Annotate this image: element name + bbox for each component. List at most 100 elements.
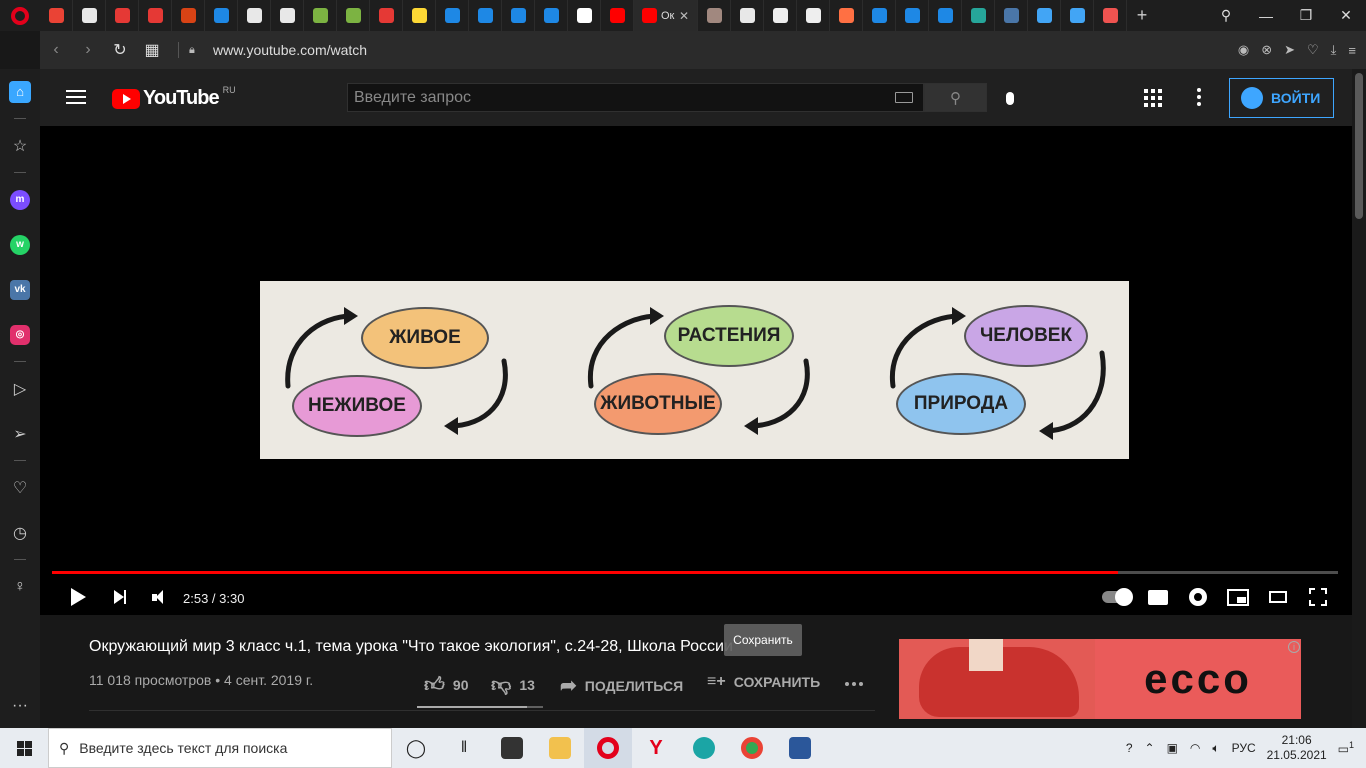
search-tabs-icon[interactable]: ⚲ <box>1206 0 1246 31</box>
scrollbar-thumb[interactable] <box>1355 73 1363 219</box>
browser-tab[interactable] <box>1061 0 1094 31</box>
sidebar-more[interactable]: ··· <box>0 683 40 728</box>
autoplay-toggle[interactable] <box>1100 585 1133 609</box>
browser-tab[interactable] <box>830 0 863 31</box>
browser-tab[interactable] <box>863 0 896 31</box>
ad-banner[interactable]: ecco <box>899 639 1301 719</box>
like-button[interactable]: 👍︎ 90 <box>424 673 468 697</box>
settings-button[interactable] <box>1186 585 1210 609</box>
task-view-button[interactable]: ◯ <box>392 728 440 768</box>
browser-tab[interactable] <box>535 0 568 31</box>
new-tab-button[interactable]: + <box>1127 5 1157 26</box>
subtitles-button[interactable] <box>1146 585 1170 609</box>
apps-icon[interactable] <box>1144 89 1162 107</box>
fullscreen-button[interactable] <box>1306 585 1330 609</box>
notifications-icon[interactable]: ▭1 <box>1338 740 1354 756</box>
more-actions-icon[interactable] <box>845 682 863 686</box>
seek-bar[interactable] <box>52 571 1338 574</box>
easy-setup-icon[interactable]: ≡ <box>1348 43 1356 58</box>
adblock-icon[interactable]: ⊗ <box>1261 42 1272 58</box>
sidebar-messenger[interactable]: m <box>0 177 40 222</box>
browser-tab[interactable] <box>502 0 535 31</box>
send-icon[interactable]: ➤ <box>1284 42 1295 58</box>
url-field[interactable]: www.youtube.com/watch <box>213 42 367 58</box>
browser-tab[interactable] <box>731 0 764 31</box>
browser-tab[interactable] <box>238 0 271 31</box>
page-scrollbar[interactable] <box>1352 69 1366 728</box>
minimize-button[interactable]: — <box>1246 0 1286 31</box>
browser-tab[interactable] <box>568 0 601 31</box>
browser-tab[interactable] <box>403 0 436 31</box>
browser-tab[interactable] <box>304 0 337 31</box>
download-icon[interactable]: ⤓ <box>1331 42 1337 58</box>
browser-tab[interactable] <box>139 0 172 31</box>
browser-tab[interactable] <box>929 0 962 31</box>
menu-icon[interactable] <box>66 90 86 108</box>
taskbar-store[interactable] <box>488 728 536 768</box>
device-icon[interactable]: ▣ <box>1167 741 1178 755</box>
sidebar-vk[interactable]: vk <box>0 267 40 312</box>
browser-tab[interactable] <box>469 0 502 31</box>
browser-tab[interactable] <box>271 0 304 31</box>
browser-tab[interactable] <box>172 0 205 31</box>
browser-tab[interactable] <box>601 0 634 31</box>
dislike-button[interactable]: 👎︎ 13 <box>491 673 535 697</box>
keyboard-icon[interactable] <box>895 92 913 103</box>
taskbar-explorer[interactable] <box>536 728 584 768</box>
close-tab-icon[interactable]: ✕ <box>679 9 689 23</box>
search-button[interactable]: ⚲ <box>924 83 987 112</box>
sidebar-tips[interactable]: ♀ <box>0 564 40 609</box>
opera-menu-button[interactable] <box>0 0 40 31</box>
play-button[interactable] <box>66 585 90 609</box>
theater-mode-button[interactable] <box>1266 585 1290 609</box>
taskbar-divider-button[interactable]: ‖ <box>440 728 488 768</box>
sidebar-player[interactable]: ▷ <box>0 366 40 411</box>
browser-tab[interactable] <box>1094 0 1127 31</box>
sidebar-flow[interactable]: ➢ <box>0 411 40 456</box>
search-input[interactable] <box>348 84 868 111</box>
close-window-button[interactable]: ✕ <box>1326 0 1366 31</box>
forward-button[interactable]: › <box>72 41 104 59</box>
browser-tab[interactable] <box>797 0 830 31</box>
lock-icon[interactable]: 🔒︎ <box>189 44 201 56</box>
taskbar-chrome[interactable] <box>728 728 776 768</box>
browser-tab[interactable] <box>995 0 1028 31</box>
browser-tab[interactable] <box>73 0 106 31</box>
chevron-up-icon[interactable]: ⌃ <box>1145 741 1155 755</box>
ad-info-icon[interactable]: i <box>1288 641 1300 653</box>
sidebar-history[interactable]: ◷ <box>0 510 40 555</box>
wifi-icon[interactable]: ◠ <box>1190 741 1200 755</box>
tab-youtube-active[interactable]: Ок ✕ <box>634 0 698 31</box>
browser-tab[interactable] <box>1028 0 1061 31</box>
browser-tab[interactable] <box>698 0 731 31</box>
taskbar-edge[interactable] <box>680 728 728 768</box>
browser-tab[interactable] <box>436 0 469 31</box>
tabs-grid-button[interactable]: ▦ <box>136 40 168 60</box>
sidebar-bookmarks[interactable]: ☆ <box>0 123 40 168</box>
heart-icon[interactable]: ♡ <box>1307 42 1319 58</box>
back-button[interactable]: ‹ <box>40 41 72 59</box>
clock[interactable]: 21:06 21.05.2021 <box>1262 733 1332 763</box>
start-button[interactable] <box>0 728 48 768</box>
settings-more-icon[interactable] <box>1197 88 1203 109</box>
youtube-logo[interactable]: YouTube RU <box>112 85 236 110</box>
save-button[interactable]: ≡+ СОХРАНИТЬ <box>707 673 820 691</box>
language-indicator[interactable]: РУС <box>1232 741 1256 755</box>
next-button[interactable] <box>108 585 132 609</box>
taskbar-search[interactable]: ⚲ Введите здесь текст для поиска <box>48 728 392 768</box>
video-player[interactable]: ЖИВОЕ НЕЖИВОЕ РАСТЕНИЯ ЖИВОТНЫЕ ЧЕЛОВЕК … <box>40 126 1352 615</box>
miniplayer-button[interactable] <box>1226 585 1250 609</box>
sidebar-instagram[interactable]: ◎ <box>0 312 40 357</box>
browser-tab[interactable] <box>896 0 929 31</box>
sidebar-pinboard[interactable]: ♡ <box>0 465 40 510</box>
browser-tab[interactable] <box>106 0 139 31</box>
camera-icon[interactable]: ◉ <box>1238 42 1249 58</box>
sidebar-whatsapp[interactable]: w <box>0 222 40 267</box>
share-button[interactable]: ➦ ПОДЕЛИТЬСЯ <box>560 673 683 698</box>
volume-icon[interactable]: 🔈︎ <box>1212 741 1219 756</box>
sidebar-home[interactable]: ⌂ <box>0 69 40 114</box>
browser-tab[interactable] <box>337 0 370 31</box>
taskbar-yandex[interactable]: Y <box>632 728 680 768</box>
help-icon[interactable]: ? <box>1126 741 1133 755</box>
browser-tab[interactable] <box>370 0 403 31</box>
